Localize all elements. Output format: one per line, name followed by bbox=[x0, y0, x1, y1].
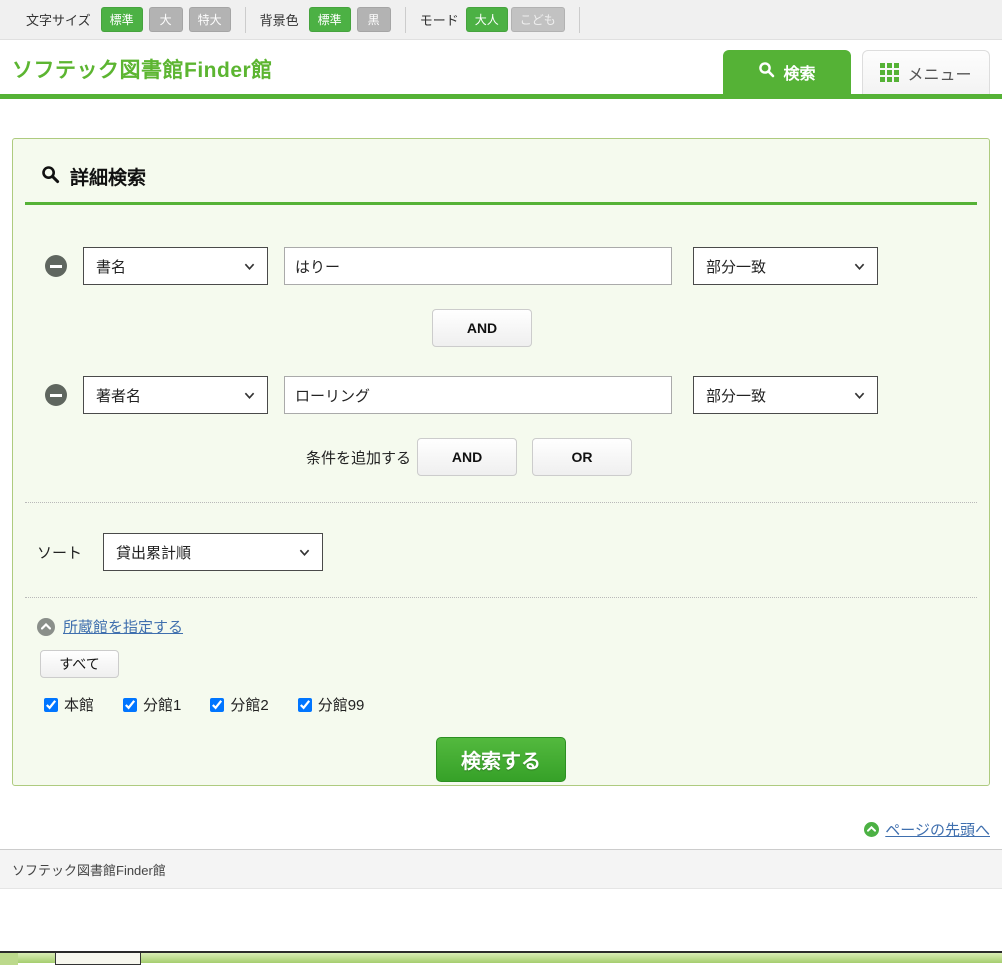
library-checkbox-branch1[interactable]: 分館1 bbox=[123, 694, 181, 715]
tab-search[interactable]: 検索 bbox=[723, 50, 851, 94]
font-size-xlarge-button[interactable]: 特大 bbox=[189, 7, 231, 32]
match-select-1-value: 部分一致 bbox=[706, 256, 766, 277]
panel-title-row: 詳細検索 bbox=[13, 139, 989, 202]
divider bbox=[25, 502, 977, 503]
mode-adult-button[interactable]: 大人 bbox=[466, 7, 508, 32]
cutoff-decoration-box bbox=[55, 953, 141, 965]
font-size-group: 文字サイズ 標準 大 特大 bbox=[12, 7, 245, 32]
search-icon bbox=[41, 165, 60, 189]
checkbox[interactable] bbox=[298, 698, 312, 712]
chevron-up-icon bbox=[37, 618, 55, 636]
toolbar-separator bbox=[579, 7, 580, 33]
add-and-button[interactable]: AND bbox=[417, 438, 517, 476]
sort-select[interactable]: 貸出累計順 bbox=[103, 533, 323, 571]
keyword-input-2[interactable] bbox=[284, 376, 672, 414]
detailed-search-panel: 詳細検索 書名 部分一致 AND 著者名 部分一致 条件を追加する AND bbox=[12, 138, 990, 786]
match-select-1[interactable]: 部分一致 bbox=[693, 247, 878, 285]
operator-between-button[interactable]: AND bbox=[432, 309, 532, 347]
sort-row: ソート 貸出累計順 bbox=[37, 533, 989, 571]
page-top-row: ページの先頭へ bbox=[0, 819, 990, 839]
select-all-button[interactable]: すべて bbox=[40, 650, 119, 678]
condition-row-2: 著者名 部分一致 bbox=[45, 376, 989, 414]
header-tabs: 検索 メニュー bbox=[723, 50, 990, 94]
mode-label: モード bbox=[420, 10, 459, 29]
chevron-down-icon bbox=[854, 261, 865, 272]
footer-site-name: ソフテック図書館Finder館 bbox=[12, 860, 166, 879]
chevron-up-icon bbox=[864, 822, 879, 837]
grid-icon bbox=[880, 63, 899, 82]
keyword-input-1[interactable] bbox=[284, 247, 672, 285]
chevron-down-icon bbox=[244, 261, 255, 272]
library-checkbox-row: 本館 分館1 分館2 分館99 bbox=[44, 694, 989, 715]
field-select-1[interactable]: 書名 bbox=[83, 247, 268, 285]
library-label: 本館 bbox=[64, 694, 94, 715]
field-select-1-value: 書名 bbox=[96, 256, 126, 277]
checkbox[interactable] bbox=[123, 698, 137, 712]
bg-black-button[interactable]: 黒 bbox=[357, 7, 391, 32]
sort-select-value: 貸出累計順 bbox=[116, 542, 191, 563]
chevron-down-icon bbox=[299, 547, 310, 558]
library-checkbox-branch2[interactable]: 分館2 bbox=[210, 694, 268, 715]
library-label: 分館2 bbox=[230, 694, 268, 715]
divider bbox=[25, 597, 977, 598]
background-color-group: 背景色 標準 黒 bbox=[246, 7, 405, 32]
site-footer: ソフテック図書館Finder館 bbox=[0, 849, 1002, 889]
holding-library-row: 所蔵館を指定する bbox=[37, 616, 989, 637]
panel-title: 詳細検索 bbox=[70, 163, 146, 190]
library-label: 分館1 bbox=[143, 694, 181, 715]
page-top-link[interactable]: ページの先頭へ bbox=[885, 819, 990, 840]
add-condition-label: 条件を追加する bbox=[306, 447, 411, 468]
font-size-standard-button[interactable]: 標準 bbox=[101, 7, 143, 32]
background-color-label: 背景色 bbox=[260, 10, 299, 29]
chevron-down-icon bbox=[854, 390, 865, 401]
library-checkbox-main[interactable]: 本館 bbox=[44, 694, 94, 715]
add-or-button[interactable]: OR bbox=[532, 438, 632, 476]
font-size-large-button[interactable]: 大 bbox=[149, 7, 183, 32]
library-label: 分館99 bbox=[318, 694, 365, 715]
match-select-2-value: 部分一致 bbox=[706, 385, 766, 406]
match-select-2[interactable]: 部分一致 bbox=[693, 376, 878, 414]
field-select-2-value: 著者名 bbox=[96, 385, 141, 406]
search-submit-button[interactable]: 検索する bbox=[436, 737, 566, 782]
sort-label: ソート bbox=[37, 542, 82, 563]
condition-row-1: 書名 部分一致 bbox=[45, 247, 989, 285]
mode-group: モード 大人 こども bbox=[406, 7, 579, 32]
cutoff-decoration bbox=[0, 953, 18, 965]
specify-holding-library-link[interactable]: 所蔵館を指定する bbox=[63, 616, 183, 637]
site-header: ソフテック図書館Finder館 検索 メニュー bbox=[0, 40, 1002, 99]
library-checkbox-branch99[interactable]: 分館99 bbox=[298, 694, 365, 715]
mode-kids-button[interactable]: こども bbox=[511, 7, 565, 32]
search-icon bbox=[758, 61, 775, 83]
title-underline bbox=[25, 202, 977, 205]
field-select-2[interactable]: 著者名 bbox=[83, 376, 268, 414]
remove-condition-button[interactable] bbox=[45, 384, 67, 406]
checkbox[interactable] bbox=[44, 698, 58, 712]
site-title: ソフテック図書館Finder館 bbox=[12, 54, 273, 84]
chevron-down-icon bbox=[244, 390, 255, 401]
tab-menu[interactable]: メニュー bbox=[862, 50, 990, 94]
tab-menu-label: メニュー bbox=[907, 61, 971, 85]
accessibility-toolbar: 文字サイズ 標準 大 特大 背景色 標準 黒 モード 大人 こども bbox=[0, 0, 1002, 40]
remove-condition-button[interactable] bbox=[45, 255, 67, 277]
checkbox[interactable] bbox=[210, 698, 224, 712]
bottom-cutoff-window-edge bbox=[0, 951, 1002, 963]
bg-standard-button[interactable]: 標準 bbox=[309, 7, 351, 32]
tab-search-label: 検索 bbox=[783, 60, 815, 84]
add-condition-row: 条件を追加する AND OR bbox=[306, 438, 989, 476]
font-size-label: 文字サイズ bbox=[26, 10, 91, 29]
